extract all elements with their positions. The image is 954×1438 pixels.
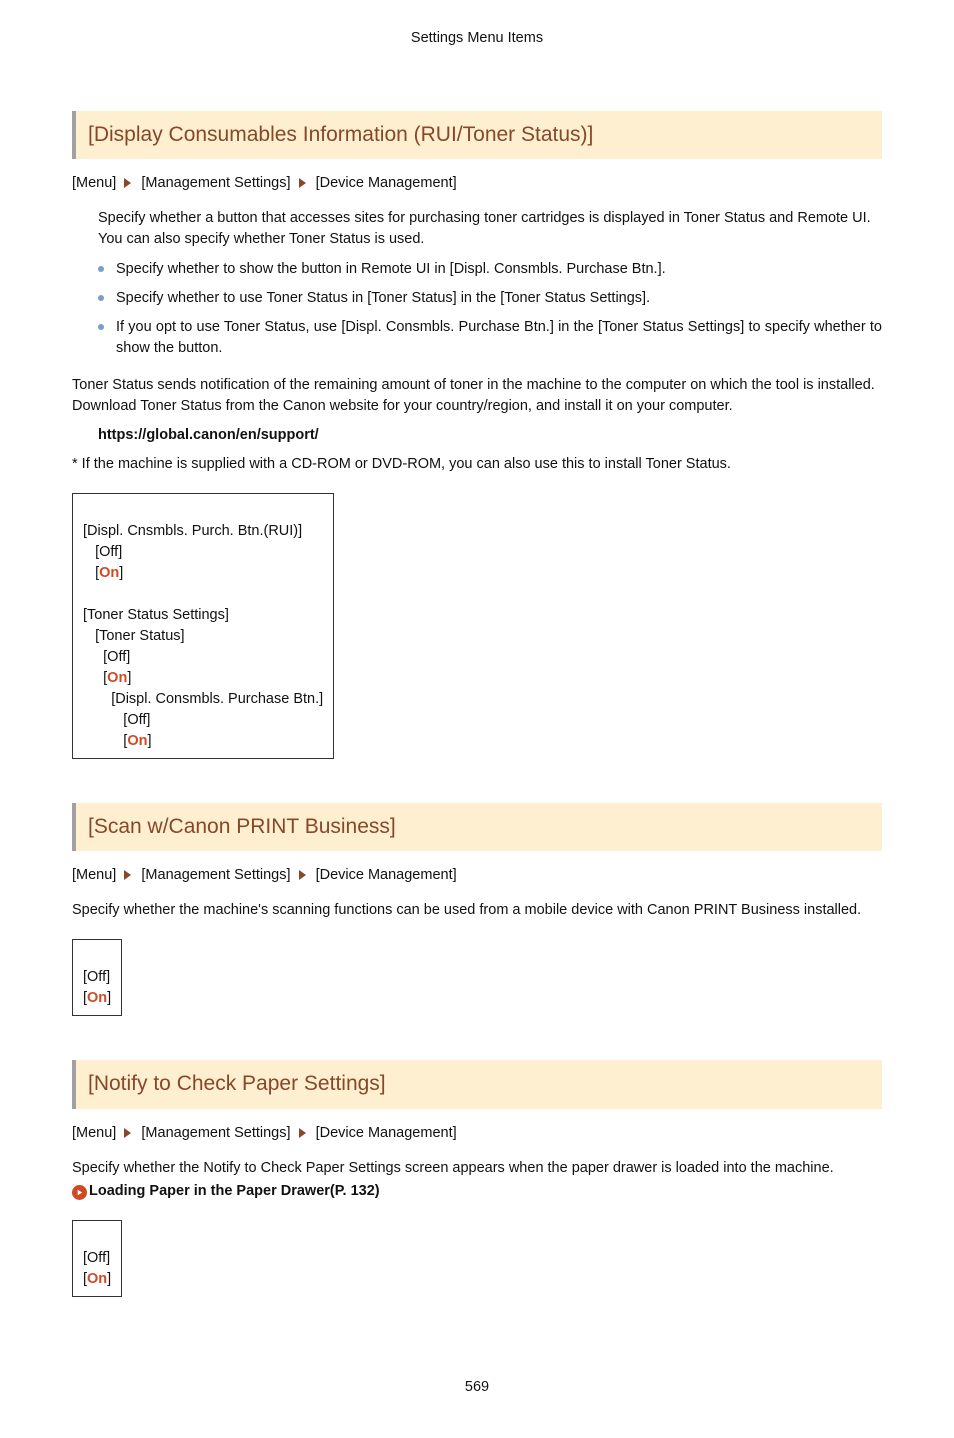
running-header: Settings Menu Items	[72, 28, 882, 49]
option-tree-box: [Displ. Cnsmbls. Purch. Btn.(RUI)] [Off]…	[72, 493, 334, 759]
list-item: Specify whether to show the button in Re…	[98, 259, 882, 280]
intro-paragraph: Specify whether a button that accesses s…	[98, 208, 882, 250]
option-value-on: On	[87, 1271, 107, 1287]
option-value-off: [Off]	[95, 544, 122, 560]
chevron-right-icon	[299, 1128, 306, 1138]
list-item: Specify whether to use Toner Status in […	[98, 288, 882, 309]
option-label: [Displ. Cnsmbls. Purch. Btn.(RUI)]	[83, 523, 302, 539]
chevron-right-icon	[124, 178, 131, 188]
footnote: * If the machine is supplied with a CD-R…	[72, 454, 882, 475]
option-value-off: [Off]	[83, 969, 110, 985]
chevron-right-icon	[299, 870, 306, 880]
option-value-on: On	[127, 733, 147, 749]
breadcrumb-item: [Menu]	[72, 1125, 116, 1141]
breadcrumb-item: [Device Management]	[316, 867, 457, 883]
chevron-right-icon	[124, 870, 131, 880]
option-label: [Toner Status Settings]	[83, 607, 229, 623]
section-heading-scan: [Scan w/Canon PRINT Business]	[72, 803, 882, 851]
body-paragraph: Specify whether the Notify to Check Pape…	[72, 1158, 882, 1179]
breadcrumb-item: [Management Settings]	[141, 867, 290, 883]
option-value-on: On	[99, 565, 119, 581]
option-value-off: [Off]	[103, 649, 130, 665]
breadcrumb: [Menu] [Management Settings] [Device Man…	[72, 865, 882, 886]
option-label: [Toner Status]	[95, 628, 184, 644]
cross-reference[interactable]: Loading Paper in the Paper Drawer(P. 132…	[72, 1181, 882, 1202]
body-paragraph: Toner Status sends notification of the r…	[72, 375, 882, 417]
breadcrumb-item: [Device Management]	[316, 1125, 457, 1141]
breadcrumb-item: [Management Settings]	[141, 175, 290, 191]
option-value-on: On	[107, 670, 127, 686]
option-value-on: On	[87, 990, 107, 1006]
breadcrumb: [Menu] [Management Settings] [Device Man…	[72, 173, 882, 194]
list-item: If you opt to use Toner Status, use [Dis…	[98, 317, 882, 359]
option-label: [Displ. Consmbls. Purchase Btn.]	[111, 691, 323, 707]
cross-reference-label[interactable]: Loading Paper in the Paper Drawer(P. 132…	[89, 1183, 380, 1199]
option-value-off: [Off]	[123, 712, 150, 728]
section-heading-notify: [Notify to Check Paper Settings]	[72, 1060, 882, 1108]
support-url[interactable]: https://global.canon/en/support/	[72, 425, 882, 446]
breadcrumb-item: [Menu]	[72, 867, 116, 883]
option-box: [Off] [On]	[72, 1220, 122, 1297]
breadcrumb-item: [Device Management]	[316, 175, 457, 191]
option-box: [Off] [On]	[72, 939, 122, 1016]
bullet-list: Specify whether to show the button in Re…	[98, 259, 882, 359]
chevron-right-icon	[124, 1128, 131, 1138]
option-value-off: [Off]	[83, 1250, 110, 1266]
page-number: 569	[72, 1377, 882, 1398]
chevron-right-icon	[299, 178, 306, 188]
breadcrumb-item: [Menu]	[72, 175, 116, 191]
body-paragraph: Specify whether the machine's scanning f…	[72, 900, 882, 921]
breadcrumb: [Menu] [Management Settings] [Device Man…	[72, 1123, 882, 1144]
play-circle-icon	[72, 1185, 87, 1200]
breadcrumb-item: [Management Settings]	[141, 1125, 290, 1141]
section-heading-consumables: [Display Consumables Information (RUI/To…	[72, 111, 882, 159]
